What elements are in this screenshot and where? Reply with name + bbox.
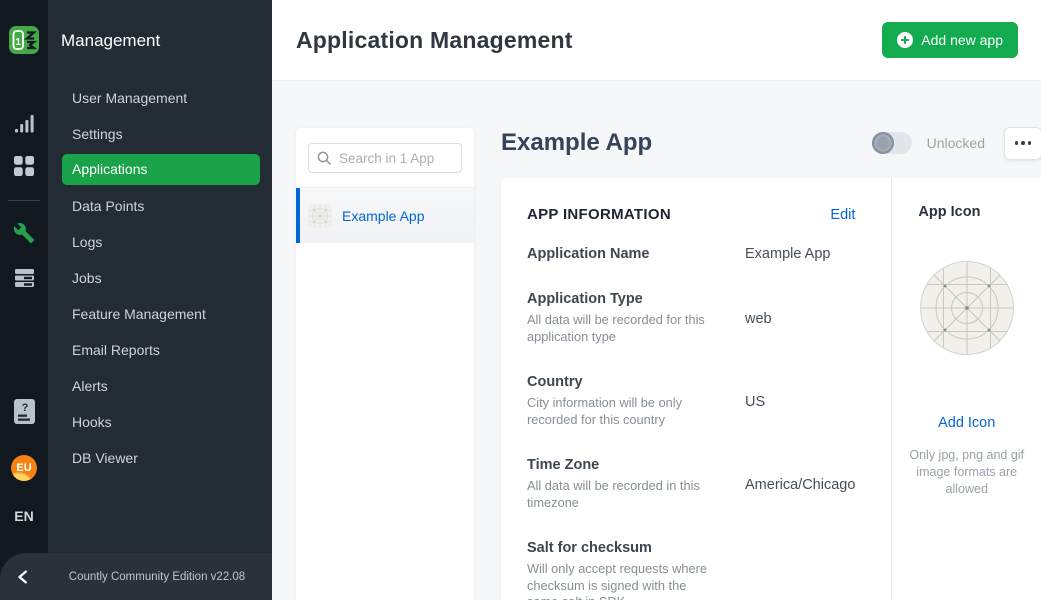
sidebar-title: Management (48, 0, 272, 51)
app-information-section: APP INFORMATION Edit Application Name Ex… (501, 178, 891, 600)
sidebar: Management User Management Settings Appl… (48, 0, 272, 600)
field-country: Country City information will be only re… (527, 374, 855, 428)
field-application-name: Application Name Example App (527, 246, 855, 262)
field-label: Application Name (527, 246, 717, 262)
sidebar-item-applications[interactable]: Applications (62, 154, 260, 185)
app-list-item-label: Example App (342, 208, 425, 224)
app-icon-title: App Icon (892, 204, 1041, 220)
main-area: Application Management Add new app (272, 0, 1041, 600)
data-server-icon[interactable] (0, 269, 48, 289)
user-avatar[interactable]: EU (0, 455, 48, 481)
sidebar-footer: Countly Community Edition v22.08 (0, 553, 272, 600)
page-title: Application Management (296, 27, 573, 54)
add-new-app-label: Add new app (921, 32, 1003, 48)
app-icon-panel: App Icon Add Icon Only jpg, png and gif … (891, 178, 1041, 600)
field-description: City information will be only recorded f… (527, 395, 717, 428)
icon-format-hint: Only jpg, png and gif image formats are … (905, 447, 1028, 498)
field-description: All data will be recorded in this timezo… (527, 478, 717, 511)
search-icon (317, 151, 331, 165)
sidebar-item-settings[interactable]: Settings (62, 116, 260, 152)
app-list-panel: Example App (296, 128, 474, 600)
lock-toggle[interactable] (872, 132, 912, 154)
field-label: Salt for checksum (527, 540, 717, 556)
edition-version-label: Countly Community Edition v22.08 (48, 571, 272, 583)
sidebar-item-data-points[interactable]: Data Points (62, 188, 260, 224)
sidebar-menu: User Management Settings Applications Da… (62, 80, 260, 476)
app-search (296, 128, 474, 188)
svg-text:1: 1 (15, 37, 21, 48)
field-value: web (745, 291, 772, 345)
lock-state-label: Unlocked (927, 135, 985, 151)
sidebar-item-user-management[interactable]: User Management (62, 80, 260, 116)
section-title: APP INFORMATION (527, 206, 671, 223)
lock-toggle-knob (872, 132, 894, 154)
field-time-zone: Time Zone All data will be recorded in t… (527, 457, 855, 511)
dashboards-grid-icon[interactable] (0, 156, 48, 176)
field-description: All data will be recorded for this appli… (527, 312, 717, 345)
nav-rail: 1 (0, 0, 48, 600)
field-description: Will only accept requests where checksum… (527, 561, 717, 600)
sidebar-item-feature-management[interactable]: Feature Management (62, 296, 260, 332)
content-area: Example App Example App Unlocked (272, 81, 1041, 600)
page-header: Application Management Add new app (272, 0, 1041, 81)
add-new-app-button[interactable]: Add new app (882, 22, 1018, 58)
field-label: Country (527, 374, 717, 390)
sidebar-item-db-viewer[interactable]: DB Viewer (62, 440, 260, 476)
add-icon-link[interactable]: Add Icon (892, 415, 1041, 431)
field-label: Application Type (527, 291, 717, 307)
ellipsis-icon (1015, 141, 1019, 145)
sidebar-item-email-reports[interactable]: Email Reports (62, 332, 260, 368)
sidebar-item-jobs[interactable]: Jobs (62, 260, 260, 296)
sidebar-item-alerts[interactable]: Alerts (62, 368, 260, 404)
more-options-button[interactable] (1004, 127, 1041, 160)
help-doc-icon[interactable]: ? (0, 399, 48, 424)
app-detail-card: APP INFORMATION Edit Application Name Ex… (501, 178, 1041, 600)
rail-divider (8, 200, 40, 201)
field-value: Example App (745, 246, 830, 262)
field-value: America/Chicago (745, 457, 855, 511)
app-detail-header: Example App Unlocked (501, 123, 1041, 163)
collapse-sidebar-button[interactable] (0, 568, 48, 586)
management-wrench-icon[interactable] (0, 222, 48, 244)
svg-text:?: ? (21, 402, 28, 414)
countly-logo-icon[interactable]: 1 (0, 26, 48, 54)
field-salt-for-checksum: Salt for checksum Will only accept reque… (527, 540, 855, 600)
edit-link[interactable]: Edit (830, 207, 855, 223)
analytics-bars-icon[interactable] (0, 114, 48, 133)
app-icon-placeholder (920, 261, 1014, 355)
plus-circle-icon (897, 32, 913, 48)
field-value: US (745, 374, 765, 428)
language-selector[interactable]: EN (0, 508, 48, 524)
app-detail-actions: Unlocked (872, 127, 1041, 160)
app-detail-title: Example App (501, 129, 652, 157)
avatar-initials: EU (11, 455, 37, 481)
search-input[interactable] (308, 143, 462, 173)
app-placeholder-icon (308, 204, 332, 228)
app-list-item-example-app[interactable]: Example App (296, 188, 474, 243)
field-application-type: Application Type All data will be record… (527, 291, 855, 345)
sidebar-item-hooks[interactable]: Hooks (62, 404, 260, 440)
field-label: Time Zone (527, 457, 717, 473)
sidebar-item-logs[interactable]: Logs (62, 224, 260, 260)
